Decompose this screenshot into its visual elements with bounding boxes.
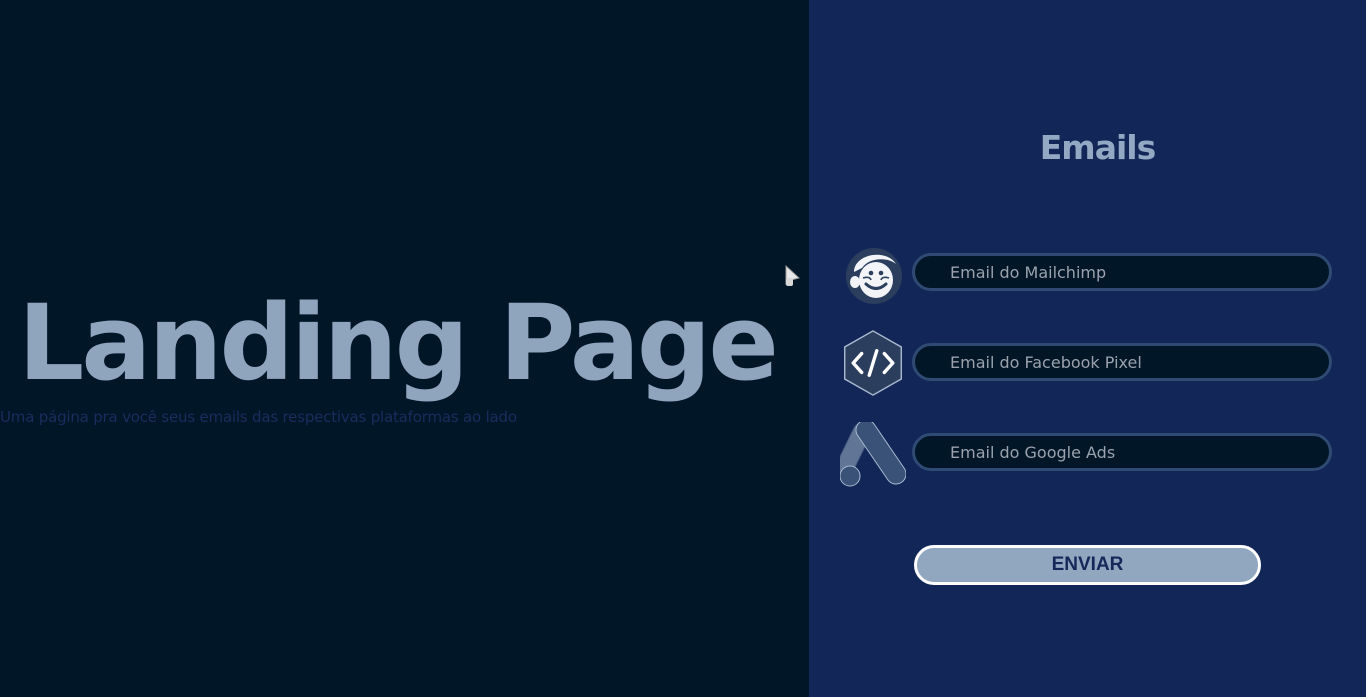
hero-title: Landing Page <box>18 282 779 404</box>
facebook-pixel-email-input[interactable] <box>912 343 1332 381</box>
facebook-pixel-row <box>840 330 1336 396</box>
mouse-cursor-icon <box>785 264 801 286</box>
hero-subtitle: Uma página pra você seus emails das resp… <box>0 408 517 426</box>
google-ads-icon <box>840 422 906 487</box>
submit-button[interactable]: ENVIAR <box>914 545 1261 585</box>
panel-title: Emails <box>1039 128 1156 167</box>
email-form-panel: Emails Email do Mailchimp Email do Faceb… <box>809 0 1366 697</box>
mailchimp-email-input[interactable] <box>912 253 1332 291</box>
mailchimp-row <box>840 242 1336 308</box>
code-icon <box>844 330 902 396</box>
google-ads-email-input[interactable] <box>912 433 1332 471</box>
mailchimp-icon <box>846 248 902 304</box>
google-ads-row <box>840 422 1336 488</box>
hero-section: Landing Page Uma página pra você seus em… <box>0 0 809 697</box>
landing-page: Landing Page Uma página pra você seus em… <box>0 0 1366 697</box>
